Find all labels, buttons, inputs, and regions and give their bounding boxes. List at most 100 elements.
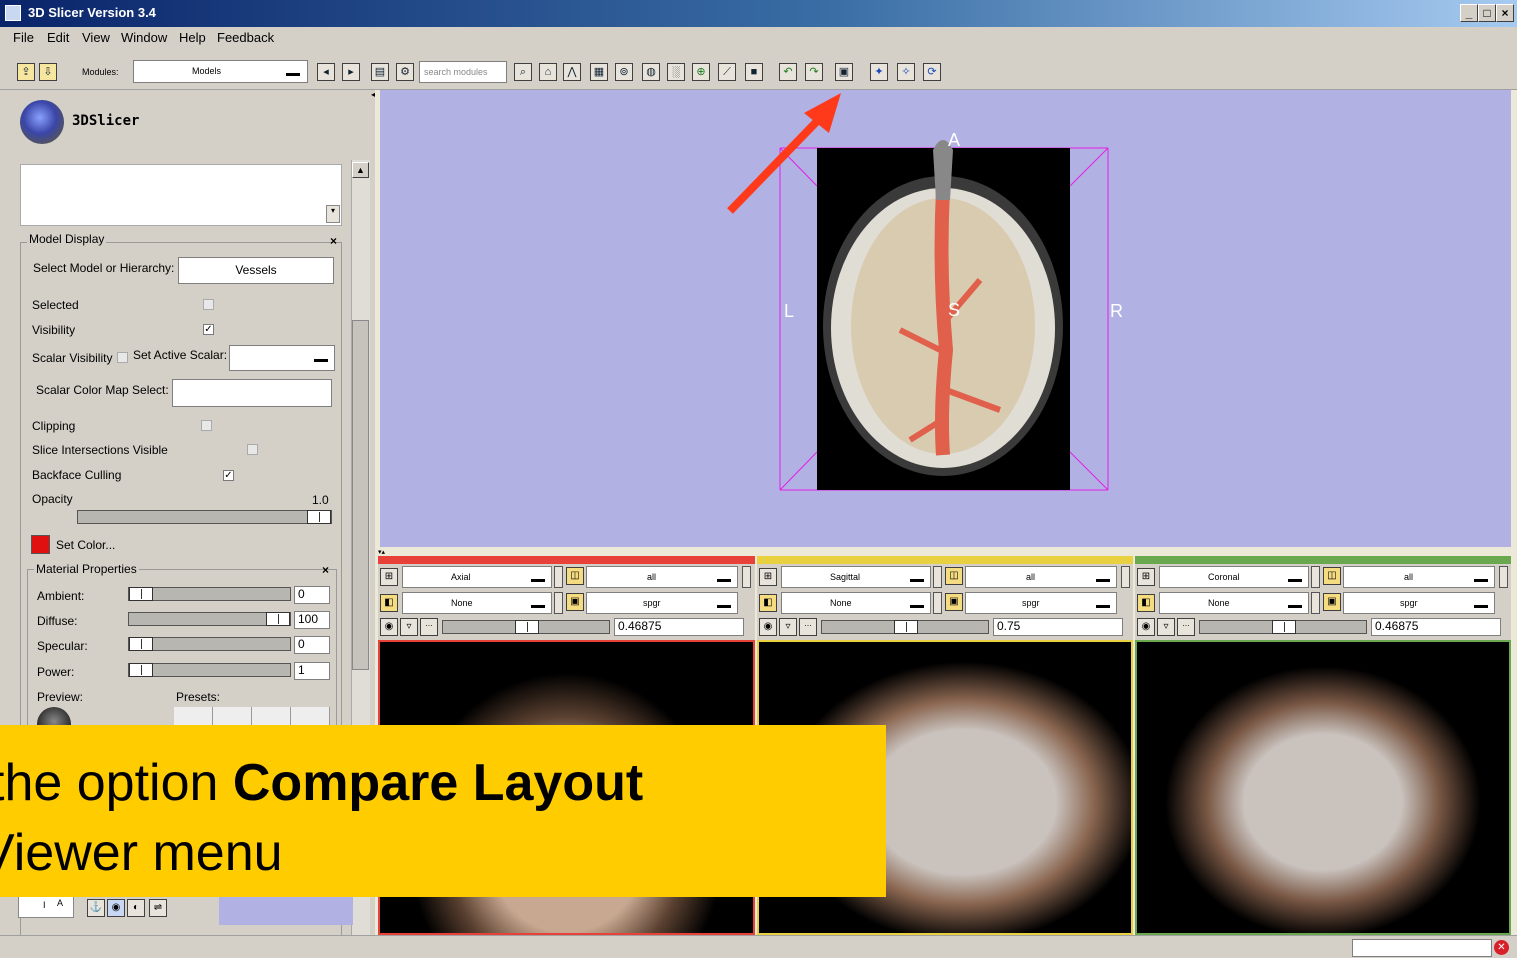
axial-offset-slider[interactable]	[442, 620, 610, 634]
editor-icon[interactable]: ■	[745, 63, 763, 81]
transforms-icon[interactable]: ⊕	[692, 63, 710, 81]
3d-viewer[interactable]: A L R S	[380, 90, 1511, 547]
close-button[interactable]: ×	[1496, 4, 1514, 22]
sagittal-fit-icon[interactable]: ⋯	[799, 618, 817, 636]
maximize-button[interactable]: □	[1478, 4, 1496, 22]
ambient-slider-thumb[interactable]	[129, 587, 153, 601]
coronal-slice-view[interactable]	[1135, 640, 1511, 935]
visibility-checkbox[interactable]: ✓	[203, 324, 214, 335]
scalar-color-map-select[interactable]	[172, 379, 332, 407]
view-yaw-icon[interactable]: ⇌	[149, 899, 167, 917]
ambient-value[interactable]: 0	[294, 586, 330, 604]
ambient-slider[interactable]	[128, 587, 291, 601]
backface-culling-checkbox[interactable]: ✓	[223, 470, 234, 481]
sagittal-orientation-select[interactable]: Sagittal	[781, 566, 931, 588]
specular-slider[interactable]	[128, 637, 291, 651]
diffuse-slider[interactable]	[128, 612, 291, 626]
scroll-thumb[interactable]	[352, 320, 369, 670]
coronal-fg-icon[interactable]: ◫	[1323, 567, 1341, 585]
sagittal-bg-spinner[interactable]	[933, 592, 942, 614]
coronal-offset-value[interactable]: 0.46875	[1371, 618, 1501, 636]
power-value[interactable]: 1	[294, 662, 330, 680]
coronal-fg-spinner[interactable]	[1499, 566, 1508, 588]
menu-help[interactable]: Help	[179, 30, 206, 45]
axial-fg-spinner[interactable]	[742, 566, 751, 588]
sagittal-fg-icon[interactable]: ◫	[945, 567, 963, 585]
axial-bg-icon[interactable]: ◧	[380, 594, 398, 612]
sagittal-label-select[interactable]: spgr	[965, 592, 1117, 614]
view-anchor-icon[interactable]: ⚓	[87, 899, 105, 917]
volumes-icon[interactable]: ▦	[590, 63, 608, 81]
coronal-bg-icon[interactable]: ◧	[1137, 594, 1155, 612]
coronal-label-icon[interactable]: ▣	[1323, 593, 1341, 611]
model-display-close-icon[interactable]: ×	[330, 234, 337, 248]
diffuse-value[interactable]: 100	[294, 611, 330, 629]
error-icon[interactable]: ✕	[1494, 940, 1509, 955]
power-slider[interactable]	[128, 663, 291, 677]
sagittal-visibility-icon[interactable]: ◉	[759, 618, 777, 636]
opacity-slider[interactable]	[77, 510, 332, 524]
menu-feedback[interactable]: Feedback	[217, 30, 274, 45]
axial-bg-spinner[interactable]	[554, 592, 563, 614]
coronal-fg-select[interactable]: all	[1343, 566, 1495, 588]
help-scroll-down-icon[interactable]: ▾	[326, 205, 340, 223]
menu-window[interactable]: Window	[121, 30, 167, 45]
axial-orientation-select[interactable]: Axial	[402, 566, 552, 588]
coronal-offset-slider[interactable]	[1199, 620, 1367, 634]
fiducials-icon[interactable]: ◍	[642, 63, 660, 81]
axial-fg-icon[interactable]: ◫	[566, 567, 584, 585]
coronal-bg-spinner[interactable]	[1311, 592, 1320, 614]
measure-icon[interactable]: ⟋	[718, 63, 736, 81]
load-scene-icon[interactable]: ⇪	[17, 63, 35, 81]
axial-expand-icon[interactable]: ▿	[400, 618, 418, 636]
sagittal-bg-icon[interactable]: ◧	[759, 594, 777, 612]
material-close-icon[interactable]: ×	[322, 563, 329, 577]
menu-file[interactable]: File	[13, 30, 34, 45]
specular-slider-thumb[interactable]	[129, 637, 153, 651]
models-icon[interactable]: ⊚	[615, 63, 633, 81]
scroll-up-icon[interactable]: ▲	[352, 162, 369, 178]
sagittal-color-bar[interactable]	[757, 556, 1133, 564]
coronal-expand-icon[interactable]: ▿	[1157, 618, 1175, 636]
axial-visibility-icon[interactable]: ◉	[380, 618, 398, 636]
data-icon[interactable]: ⋀	[563, 63, 581, 81]
sagittal-expand-icon[interactable]: ▿	[779, 618, 797, 636]
splitter-handle-icon[interactable]: ◂	[371, 90, 375, 102]
viewer-splitter-icon[interactable]: ▾▴	[378, 548, 392, 556]
coronal-pin-icon[interactable]: ⊞	[1137, 568, 1155, 586]
specular-value[interactable]: 0	[294, 636, 330, 654]
opacity-slider-thumb[interactable]	[307, 510, 331, 524]
save-scene-icon[interactable]: ⇩	[39, 63, 57, 81]
coronal-fit-icon[interactable]: ⋯	[1177, 618, 1195, 636]
scalar-visibility-checkbox[interactable]	[117, 352, 128, 363]
mouse-mode-pick-icon[interactable]: ✦	[870, 63, 888, 81]
home-icon[interactable]: ⌂	[539, 63, 557, 81]
layout-icon[interactable]: ▣	[835, 63, 853, 81]
axial-bg-select[interactable]: None	[402, 592, 552, 614]
sagittal-offset-value[interactable]: 0.75	[993, 618, 1123, 636]
slice-intersections-checkbox[interactable]	[247, 444, 258, 455]
clipping-checkbox[interactable]	[201, 420, 212, 431]
axial-offset-thumb[interactable]	[515, 620, 539, 634]
power-slider-thumb[interactable]	[129, 663, 153, 677]
view-pitch-icon[interactable]: ◉	[107, 899, 125, 917]
sagittal-fg-select[interactable]: all	[965, 566, 1117, 588]
colors-icon[interactable]: ░	[667, 63, 685, 81]
axial-label-select[interactable]: spgr	[586, 592, 738, 614]
binoculars-icon[interactable]: ⌕	[514, 63, 532, 81]
diffuse-slider-thumb[interactable]	[266, 612, 290, 626]
preset-spheres[interactable]	[174, 707, 330, 725]
undo-icon[interactable]: ↶	[779, 63, 797, 81]
transform-view-icon[interactable]: ⟳	[923, 63, 941, 81]
axial-pin-icon[interactable]: ⊞	[380, 568, 398, 586]
view-roll-icon[interactable]: ◐	[127, 899, 145, 917]
axial-spinner[interactable]	[554, 566, 563, 588]
color-swatch[interactable]	[31, 535, 50, 554]
search-modules-input[interactable]: search modules	[419, 61, 507, 83]
axial-fit-icon[interactable]: ⋯	[420, 618, 438, 636]
minimize-button[interactable]: _	[1460, 4, 1478, 22]
sagittal-bg-select[interactable]: None	[781, 592, 931, 614]
coronal-offset-thumb[interactable]	[1272, 620, 1296, 634]
redo-icon[interactable]: ↷	[805, 63, 823, 81]
next-module-icon[interactable]: ▸	[342, 63, 360, 81]
